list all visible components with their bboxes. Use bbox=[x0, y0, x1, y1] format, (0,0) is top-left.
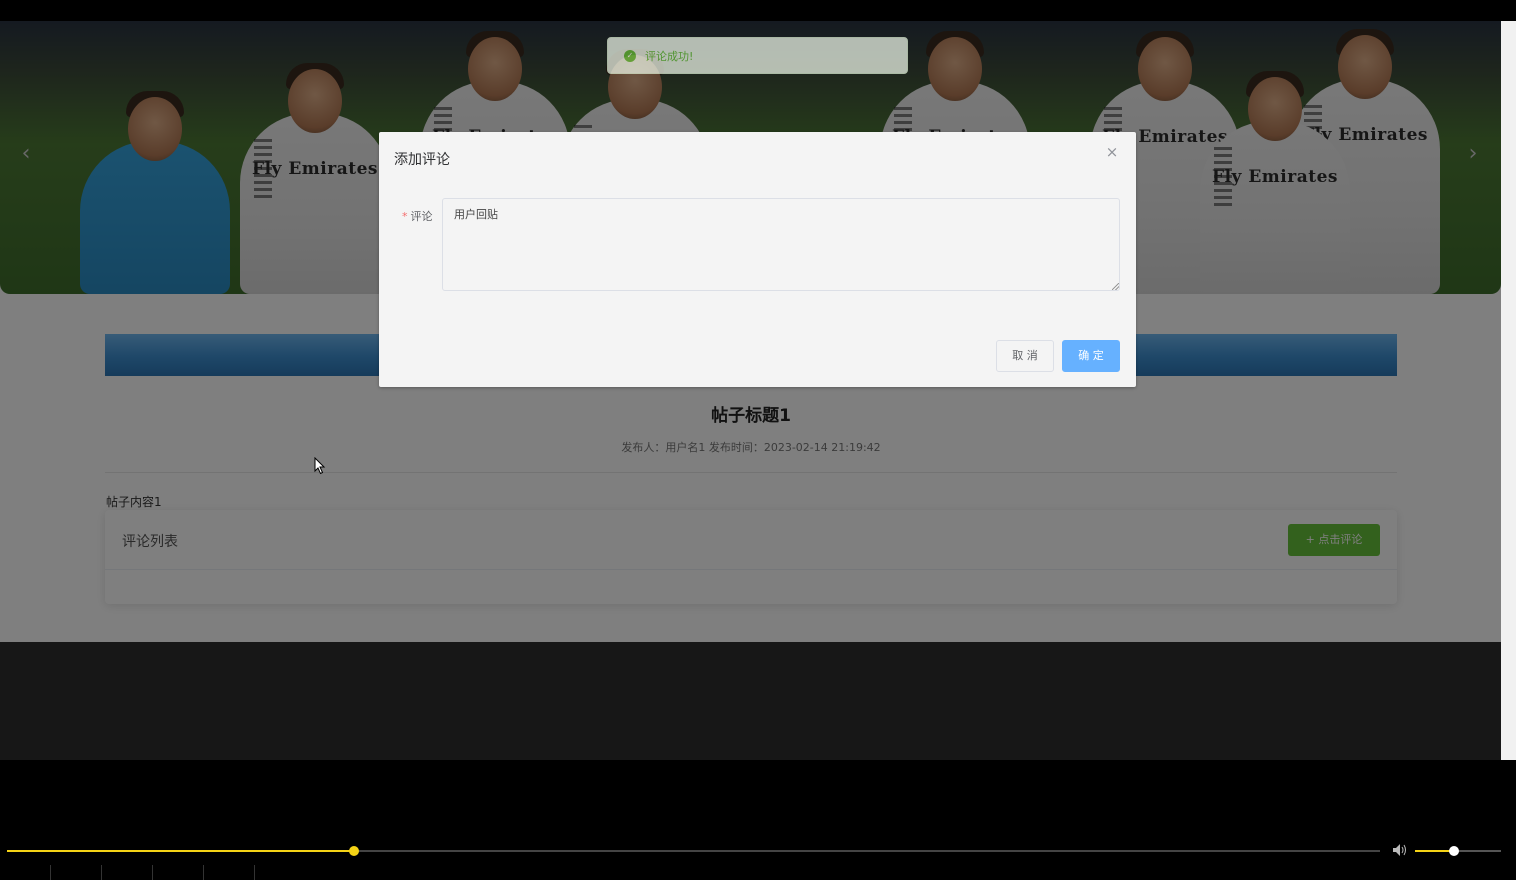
seek-handle[interactable] bbox=[349, 846, 360, 856]
mouse-cursor-icon bbox=[314, 457, 326, 475]
page-scrollbar[interactable] bbox=[1501, 21, 1516, 760]
web-page: Fly Emirates Fly Emirates Fly Emirates F… bbox=[0, 21, 1501, 760]
player-strip-cell bbox=[153, 865, 204, 880]
player-bottom-strip bbox=[0, 865, 1516, 880]
player-strip-cell bbox=[51, 865, 102, 880]
volume-level bbox=[1415, 850, 1454, 852]
resize-handle-icon[interactable] bbox=[1112, 283, 1119, 290]
comment-field-label: * 评论 bbox=[402, 208, 433, 224]
success-toast: ✓ 评论成功! bbox=[607, 37, 908, 74]
comment-textarea[interactable]: 用户回贴 bbox=[442, 198, 1120, 291]
comment-label-text: 评论 bbox=[410, 210, 433, 223]
volume-handle[interactable] bbox=[1448, 846, 1459, 856]
check-circle-icon: ✓ bbox=[624, 49, 636, 62]
speaker-icon[interactable] bbox=[1392, 843, 1408, 859]
cancel-button[interactable]: 取 消 bbox=[996, 340, 1054, 372]
confirm-button[interactable]: 确 定 bbox=[1062, 340, 1120, 372]
player-strip-cell bbox=[204, 865, 255, 880]
seek-bar-progress bbox=[7, 850, 355, 852]
seek-bar[interactable] bbox=[7, 846, 1380, 856]
toast-message: 评论成功! bbox=[645, 49, 694, 63]
close-icon[interactable]: × bbox=[1105, 145, 1119, 160]
volume-slider[interactable] bbox=[1415, 846, 1501, 856]
dialog-title: 添加评论 bbox=[394, 152, 450, 168]
add-comment-dialog: 添加评论 × * 评论 用户回贴 取 消 确 定 bbox=[379, 132, 1136, 387]
player-strip-cell bbox=[0, 865, 51, 880]
media-player-bar bbox=[0, 838, 1516, 880]
player-strip-cell bbox=[102, 865, 153, 880]
required-mark: * bbox=[402, 210, 408, 223]
